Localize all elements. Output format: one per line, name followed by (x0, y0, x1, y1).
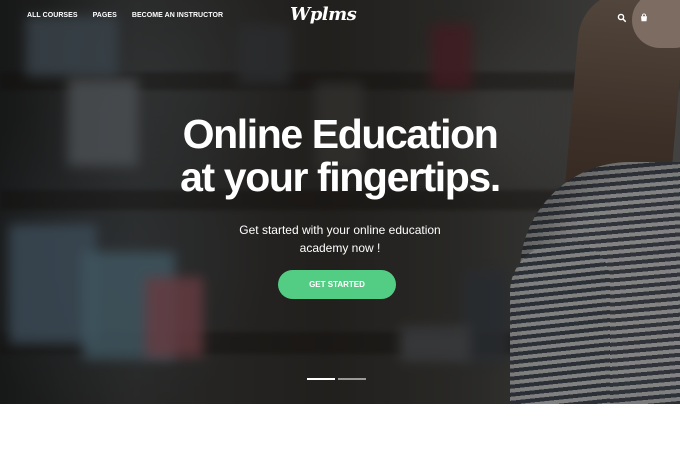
search-button[interactable] (617, 10, 627, 23)
cart-icon (641, 13, 647, 22)
hero-headline: Online Education at your fingertips. (0, 113, 680, 199)
slide-indicator-1[interactable] (307, 378, 335, 380)
hero-section: ALL COURSES PAGES BECOME AN INSTRUCTOR W… (0, 0, 680, 404)
get-started-button[interactable]: GET STARTED (278, 270, 396, 299)
hero-subtitle-line-2: academy now ! (299, 241, 381, 255)
hero-subtitle-line-1: Get started with your online education (239, 223, 441, 237)
hero-content: Online Education at your fingertips. Get… (0, 113, 680, 257)
hero-headline-line-1: Online Education (182, 111, 499, 157)
main-navigation: ALL COURSES PAGES BECOME AN INSTRUCTOR (27, 11, 223, 21)
search-icon (617, 13, 627, 23)
landing-page: ALL COURSES PAGES BECOME AN INSTRUCTOR W… (0, 0, 680, 453)
nav-become-instructor[interactable]: BECOME AN INSTRUCTOR (132, 11, 223, 21)
hero-subtitle: Get started with your online education a… (210, 221, 470, 257)
site-logo[interactable]: Wplms (290, 4, 357, 25)
nav-pages[interactable]: PAGES (93, 11, 117, 21)
slide-indicator-2[interactable] (338, 378, 366, 380)
slider-pagination (307, 378, 366, 380)
nav-all-courses[interactable]: ALL COURSES (27, 11, 78, 21)
cart-button[interactable] (639, 10, 649, 22)
hero-headline-line-2: at your fingertips. (180, 154, 501, 200)
